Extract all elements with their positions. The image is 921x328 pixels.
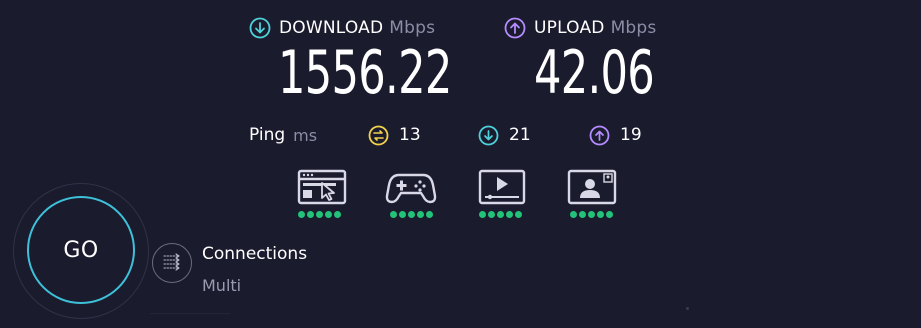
rating-dot	[307, 211, 314, 218]
download-label: DOWNLOAD	[279, 18, 384, 38]
download-arrow-icon	[249, 17, 271, 39]
rating-dot	[325, 211, 332, 218]
rating-dot	[390, 211, 397, 218]
rating-dot	[426, 211, 433, 218]
rating-dot	[316, 211, 323, 218]
video-streaming-icon[interactable]	[476, 168, 528, 208]
web-browsing-rating	[298, 211, 341, 218]
ping-label: Ping	[249, 125, 286, 145]
video-call-icon[interactable]	[566, 168, 618, 208]
rating-dot	[515, 211, 522, 218]
rating-dot	[479, 211, 486, 218]
decorative-dot	[686, 307, 689, 310]
video-call-rating	[570, 211, 613, 218]
go-button-label: GO	[63, 237, 99, 263]
rating-dot	[334, 211, 341, 218]
idle-ping: 13	[368, 122, 421, 148]
connections-icon[interactable]	[152, 243, 192, 283]
gaming-controller-icon[interactable]	[385, 168, 437, 208]
upload-label: UPLOAD	[534, 18, 605, 38]
rating-dot	[588, 211, 595, 218]
rating-dot	[597, 211, 604, 218]
rating-dot	[408, 211, 415, 218]
connections-title: Connections	[202, 244, 308, 264]
divider	[150, 313, 230, 314]
idle-ping-value: 13	[399, 125, 421, 145]
upload-value: 42.06	[534, 38, 655, 108]
rating-dot	[606, 211, 613, 218]
download-value: 1556.22	[278, 38, 452, 108]
go-button[interactable]: GO	[27, 196, 135, 304]
rating-dot	[579, 211, 586, 218]
rating-dot	[570, 211, 577, 218]
upload-unit: Mbps	[610, 18, 657, 38]
upload-ping-value: 19	[620, 125, 642, 145]
upload-ping: 19	[589, 122, 642, 148]
download-ping: 21	[478, 122, 531, 148]
rating-dot	[298, 211, 305, 218]
gaming-rating	[390, 211, 433, 218]
connections-value[interactable]: Multi	[202, 276, 241, 295]
download-unit: Mbps	[389, 18, 436, 38]
download-ping-value: 21	[509, 125, 531, 145]
rating-dot	[399, 211, 406, 218]
upload-header: UPLOAD Mbps	[504, 16, 656, 40]
upload-arrow-icon	[504, 17, 526, 39]
ping-unit: ms	[293, 125, 318, 145]
rating-dot	[506, 211, 513, 218]
web-browsing-icon[interactable]	[296, 168, 348, 208]
rating-dot	[417, 211, 424, 218]
video-streaming-rating	[479, 211, 522, 218]
ping-header: Ping ms	[249, 122, 317, 148]
idle-ping-icon	[368, 125, 389, 146]
download-ping-icon	[478, 125, 499, 146]
download-header: DOWNLOAD Mbps	[249, 16, 435, 40]
upload-ping-icon	[589, 125, 610, 146]
rating-dot	[488, 211, 495, 218]
rating-dot	[497, 211, 504, 218]
